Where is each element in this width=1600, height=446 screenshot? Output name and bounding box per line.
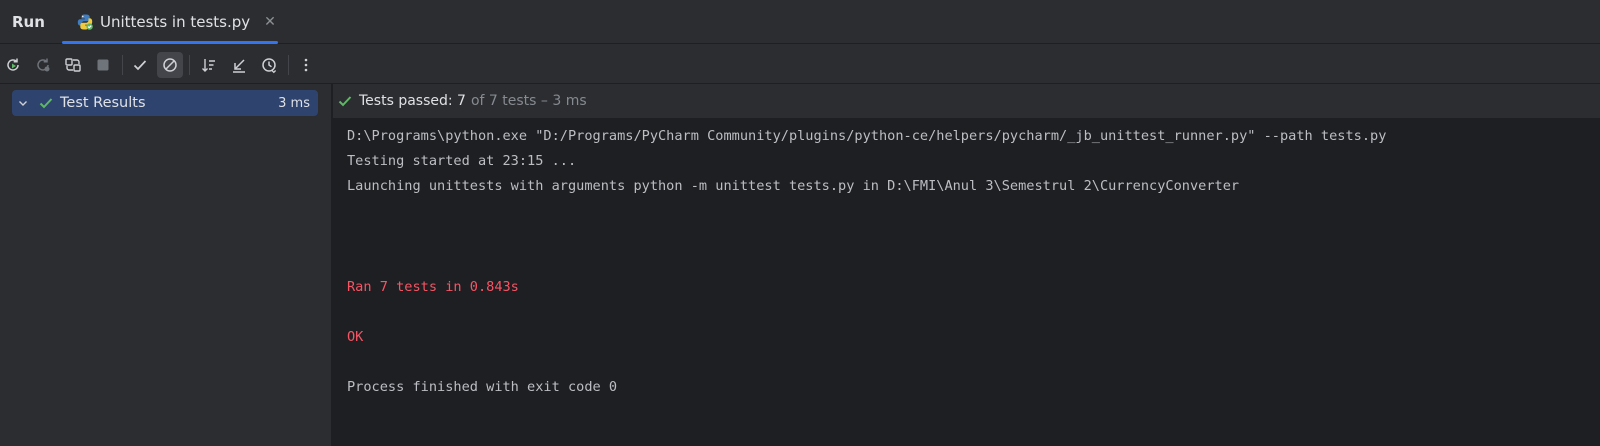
toolbar-separator bbox=[288, 55, 289, 75]
tree-item-label: Test Results bbox=[60, 95, 146, 111]
passed-check-icon bbox=[338, 96, 352, 107]
tree-item-test-results[interactable]: Test Results 3 ms bbox=[12, 90, 318, 116]
passed-check-icon bbox=[39, 98, 53, 109]
toggle-auto-test-icon bbox=[65, 58, 81, 72]
run-tool-window-title: Run bbox=[12, 13, 45, 31]
rerun-button[interactable] bbox=[0, 52, 26, 78]
ignored-icon bbox=[163, 58, 177, 72]
python-icon bbox=[77, 14, 93, 30]
tree-item-duration: 3 ms bbox=[278, 95, 310, 111]
console-line: Testing started at 23:15 ... bbox=[347, 153, 577, 169]
tests-passed-count: Tests passed: 7 bbox=[359, 93, 466, 109]
collapse-all-button[interactable] bbox=[226, 52, 252, 78]
console-line: Launching unittests with arguments pytho… bbox=[347, 178, 1240, 194]
show-passed-button[interactable] bbox=[127, 52, 153, 78]
more-vertical-icon bbox=[304, 58, 308, 72]
console-line-error: Ran 7 tests in 0.843s bbox=[347, 279, 519, 295]
rerun-failed-button[interactable] bbox=[30, 52, 56, 78]
more-options-button[interactable] bbox=[293, 52, 319, 78]
show-ignored-button[interactable] bbox=[157, 52, 183, 78]
console-line-error: OK bbox=[347, 329, 364, 345]
tab-unittests-label: Unittests in tests.py bbox=[100, 13, 251, 31]
rerun-icon bbox=[7, 58, 19, 71]
test-status-bar: Tests passed: 7 of 7 tests – 3 ms bbox=[333, 84, 1600, 119]
stop-icon bbox=[97, 59, 109, 71]
toggle-auto-test-button[interactable] bbox=[60, 52, 86, 78]
history-icon bbox=[262, 58, 277, 74]
test-runner-toolbar bbox=[0, 44, 1600, 84]
tab-unittests[interactable]: Unittests in tests.py ✕ bbox=[62, 0, 278, 44]
stop-button[interactable] bbox=[90, 52, 116, 78]
tests-total-summary: of 7 tests – 3 ms bbox=[470, 93, 587, 109]
toolbar-separator bbox=[122, 55, 123, 75]
close-icon[interactable]: ✕ bbox=[264, 14, 276, 30]
console-panel: Tests passed: 7 of 7 tests – 3 ms D:\Pro… bbox=[333, 84, 1600, 446]
sort-alphabetically-button[interactable] bbox=[196, 52, 222, 78]
sort-icon bbox=[202, 59, 215, 72]
collapse-all-icon bbox=[233, 59, 245, 73]
chevron-down-icon[interactable] bbox=[16, 96, 30, 110]
test-results-tree: Test Results 3 ms bbox=[0, 84, 332, 446]
rerun-failed-icon bbox=[37, 58, 50, 72]
tool-window-tabbar: Run Unittests in tests.py ✕ bbox=[0, 0, 1600, 44]
test-history-button[interactable] bbox=[256, 52, 282, 78]
toolbar-separator bbox=[189, 55, 190, 75]
console-line: D:\Programs\python.exe "D:/Programs/PyCh… bbox=[347, 128, 1387, 144]
console-line: Process finished with exit code 0 bbox=[347, 379, 618, 395]
checkmark-icon bbox=[133, 60, 147, 71]
